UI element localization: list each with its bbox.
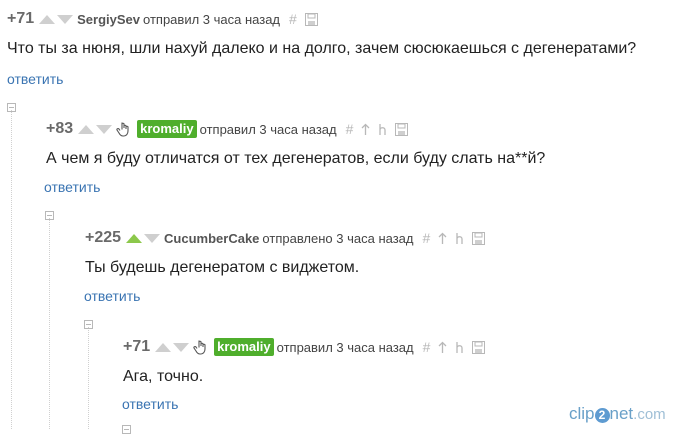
- downvote-icon[interactable]: [144, 233, 161, 243]
- clip2net-watermark: clip 2 net.com: [569, 404, 666, 424]
- save-icon[interactable]: [472, 231, 486, 245]
- comment-meta: отправил 3 часа назад: [276, 339, 414, 355]
- comment-meta: отправил 3 часа назад: [199, 121, 337, 137]
- watermark-text: net: [609, 404, 634, 423]
- downvote-icon[interactable]: [96, 124, 113, 134]
- collapse-thread-button[interactable]: [122, 425, 131, 434]
- comment-text: Ты будешь дегенератом с виджетом.: [85, 259, 360, 276]
- comment-rating: +71: [7, 10, 35, 27]
- comment-header: +71 kromaliy отправил 3 часа назад #: [123, 337, 493, 357]
- hand-pointer-icon: [116, 122, 129, 137]
- comment-author[interactable]: SergiySev: [77, 12, 140, 27]
- go-to-parent-icon[interactable]: [361, 123, 370, 136]
- comment-rating: +225: [85, 229, 122, 246]
- watermark-logo: 2: [594, 408, 610, 423]
- comment-author[interactable]: kromaliy: [214, 338, 274, 356]
- comment-meta: отправлено 3 часа назад: [262, 230, 414, 246]
- permalink-icon[interactable]: #: [346, 121, 354, 137]
- watermark-text: clip: [569, 404, 595, 423]
- downvote-icon[interactable]: [173, 342, 190, 352]
- comment-header: +71 SergiySev отправил 3 часа назад #: [7, 9, 326, 29]
- go-to-root-icon[interactable]: [455, 232, 464, 245]
- reply-link[interactable]: ответить: [7, 71, 63, 87]
- comment-author[interactable]: CucumberCake: [164, 231, 259, 246]
- upvote-icon[interactable]: [155, 342, 172, 352]
- comment-header: +225 CucumberCake отправлено 3 часа наза…: [85, 228, 493, 248]
- permalink-icon[interactable]: #: [423, 230, 431, 246]
- reply-link[interactable]: ответить: [44, 179, 100, 195]
- hand-pointer-icon: [193, 340, 206, 355]
- watermark-domain: .com: [633, 406, 666, 423]
- go-to-parent-icon[interactable]: [438, 232, 447, 245]
- save-icon[interactable]: [304, 12, 318, 26]
- go-to-root-icon[interactable]: [455, 341, 464, 354]
- save-icon[interactable]: [472, 340, 486, 354]
- thread-guide-line: [11, 110, 12, 429]
- upvote-icon[interactable]: [39, 14, 56, 24]
- comment-meta: отправил 3 часа назад: [143, 11, 281, 27]
- upvote-icon[interactable]: [78, 124, 95, 134]
- downvote-icon[interactable]: [57, 14, 74, 24]
- permalink-icon[interactable]: #: [289, 11, 297, 27]
- go-to-root-icon[interactable]: [378, 123, 387, 136]
- comment-rating: +71: [123, 338, 151, 355]
- comment-header: +83 kromaliy отправил 3 часа назад #: [46, 119, 416, 139]
- reply-link[interactable]: ответить: [122, 396, 178, 412]
- comment-text: А чем я буду отличатся от тех дегенерато…: [46, 150, 546, 167]
- thread-guide-line: [49, 218, 50, 429]
- thread-guide-line: [88, 327, 89, 429]
- comment-author[interactable]: kromaliy: [137, 120, 197, 138]
- upvote-icon[interactable]: [126, 233, 143, 243]
- comment-text: Ага, точно.: [123, 368, 204, 385]
- comment-rating: +83: [46, 120, 74, 137]
- collapse-thread-button[interactable]: [84, 320, 93, 329]
- collapse-thread-button[interactable]: [7, 103, 16, 112]
- permalink-icon[interactable]: #: [423, 339, 431, 355]
- reply-link[interactable]: ответить: [84, 288, 140, 304]
- collapse-thread-button[interactable]: [45, 211, 54, 220]
- comment-text: Что ты за нюня, шли нахуй далеко и на до…: [7, 40, 637, 57]
- go-to-parent-icon[interactable]: [438, 341, 447, 354]
- save-icon[interactable]: [395, 122, 409, 136]
